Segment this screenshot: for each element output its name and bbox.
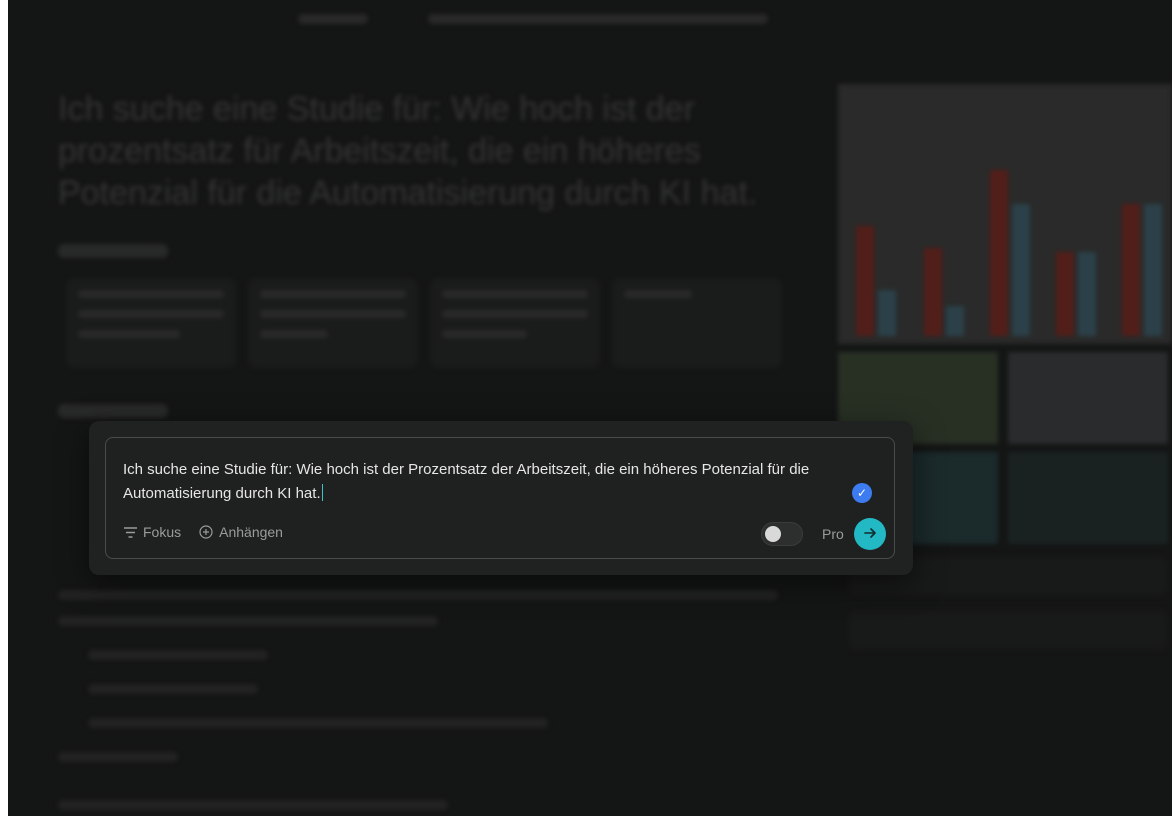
arrow-right-icon (863, 524, 877, 545)
query-input-box[interactable]: Ich suche eine Studie für: Wie hoch ist … (105, 437, 895, 559)
app-screen: Ich suche eine Studie für: Wie hoch ist … (8, 0, 1172, 816)
attach-button[interactable]: Anhängen (199, 524, 283, 540)
filter-icon (123, 526, 137, 538)
focus-label: Fokus (143, 524, 182, 540)
toggle-knob (765, 526, 781, 542)
query-input[interactable]: Ich suche eine Studie für: Wie hoch ist … (123, 458, 833, 506)
pro-toggle[interactable] (761, 522, 803, 546)
text-caret (321, 484, 323, 501)
query-text: Ich suche eine Studie für: Wie hoch ist … (123, 461, 810, 502)
focus-button[interactable]: Fokus (123, 524, 181, 540)
composer-tools: Fokus Anhängen (123, 524, 283, 540)
follow-up-composer: Ich suche eine Studie für: Wie hoch ist … (89, 421, 913, 575)
attach-label: Anhängen (219, 524, 283, 540)
check-icon[interactable]: ✓ (852, 483, 872, 503)
pro-label: Pro (822, 526, 844, 542)
modal-backdrop[interactable] (8, 0, 1172, 816)
send-button[interactable] (854, 518, 886, 550)
plus-circle-icon (199, 525, 213, 539)
